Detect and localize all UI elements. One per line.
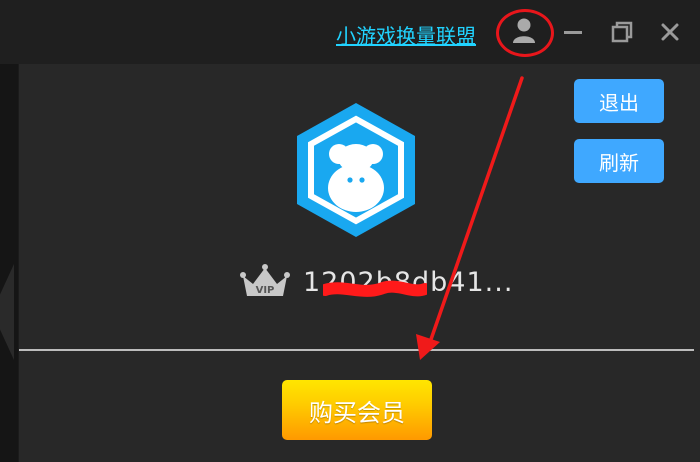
restore-icon[interactable] xyxy=(604,14,640,50)
logout-button[interactable]: 退出 xyxy=(574,79,664,123)
red-annotation-circle xyxy=(496,9,554,57)
vip-crown-icon: VIP xyxy=(239,262,291,302)
close-icon[interactable] xyxy=(652,14,688,50)
background-chevron xyxy=(0,264,14,360)
monkey-avatar-icon xyxy=(291,100,421,240)
buy-membership-button[interactable]: 购买会员 xyxy=(282,380,432,440)
red-redaction-scribble xyxy=(323,280,427,297)
refresh-button[interactable]: 刷新 xyxy=(574,139,664,183)
minimize-icon[interactable] xyxy=(556,14,592,50)
vip-badge-text: VIP xyxy=(256,285,275,296)
user-popup-panel: 退出 刷新 VIP 1202b8db41... 购买会员 xyxy=(19,64,700,462)
app-window: 小游戏换量联盟 退出 刷新 VIP 1202b8db41... 购买会员 xyxy=(0,0,700,462)
mini-game-alliance-link[interactable]: 小游戏换量联盟 xyxy=(336,20,476,49)
section-divider xyxy=(19,349,694,351)
background-app-strip xyxy=(0,64,18,462)
